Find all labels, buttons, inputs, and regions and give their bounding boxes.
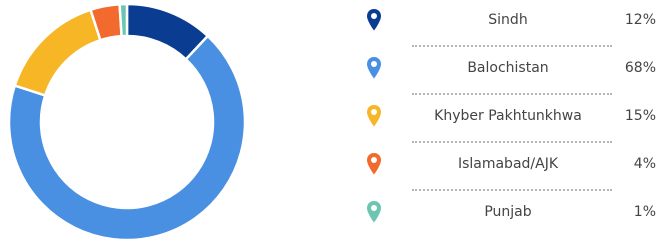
legend-divider bbox=[412, 141, 612, 143]
legend-label: Punjab bbox=[484, 204, 532, 220]
legend-divider bbox=[412, 93, 612, 95]
legend-item-islamabad-ajk: Islamabad/AJK 4% bbox=[358, 150, 658, 180]
donut-slice-punjab bbox=[118, 2, 129, 38]
chart-legend: Sindh 12% Balochistan 68% Khyber Pakhtunkhwa… bbox=[358, 0, 658, 243]
legend-item-balochistan: Balochistan 68% bbox=[358, 54, 658, 84]
legend-divider bbox=[412, 45, 612, 47]
legend-label: Islamabad/AJK bbox=[457, 156, 559, 172]
legend-item-khyber-pakhtunkhwa: Khyber Pakhtunkhwa 15% bbox=[358, 102, 658, 132]
legend-value: 15% bbox=[624, 108, 656, 124]
legend-item-punjab: Punjab 1% bbox=[358, 198, 658, 228]
legend-label: Balochistan bbox=[467, 60, 549, 76]
donut-chart bbox=[7, 2, 247, 242]
legend-value: 1% bbox=[633, 204, 656, 220]
map-pin-icon bbox=[367, 201, 381, 223]
legend-value: 4% bbox=[633, 156, 656, 172]
legend-value: 68% bbox=[624, 60, 656, 76]
donut-slice-khyber-pakhtunkhwa bbox=[13, 8, 102, 97]
legend-value: 12% bbox=[624, 12, 656, 28]
map-pin-icon bbox=[367, 153, 381, 175]
legend-divider bbox=[412, 189, 612, 191]
legend-label: Khyber Pakhtunkhwa bbox=[434, 108, 582, 124]
map-pin-icon bbox=[367, 9, 381, 31]
legend-label: Sindh bbox=[488, 12, 528, 28]
map-pin-icon bbox=[367, 57, 381, 79]
map-pin-icon bbox=[367, 105, 381, 127]
legend-item-sindh: Sindh 12% bbox=[358, 6, 658, 36]
